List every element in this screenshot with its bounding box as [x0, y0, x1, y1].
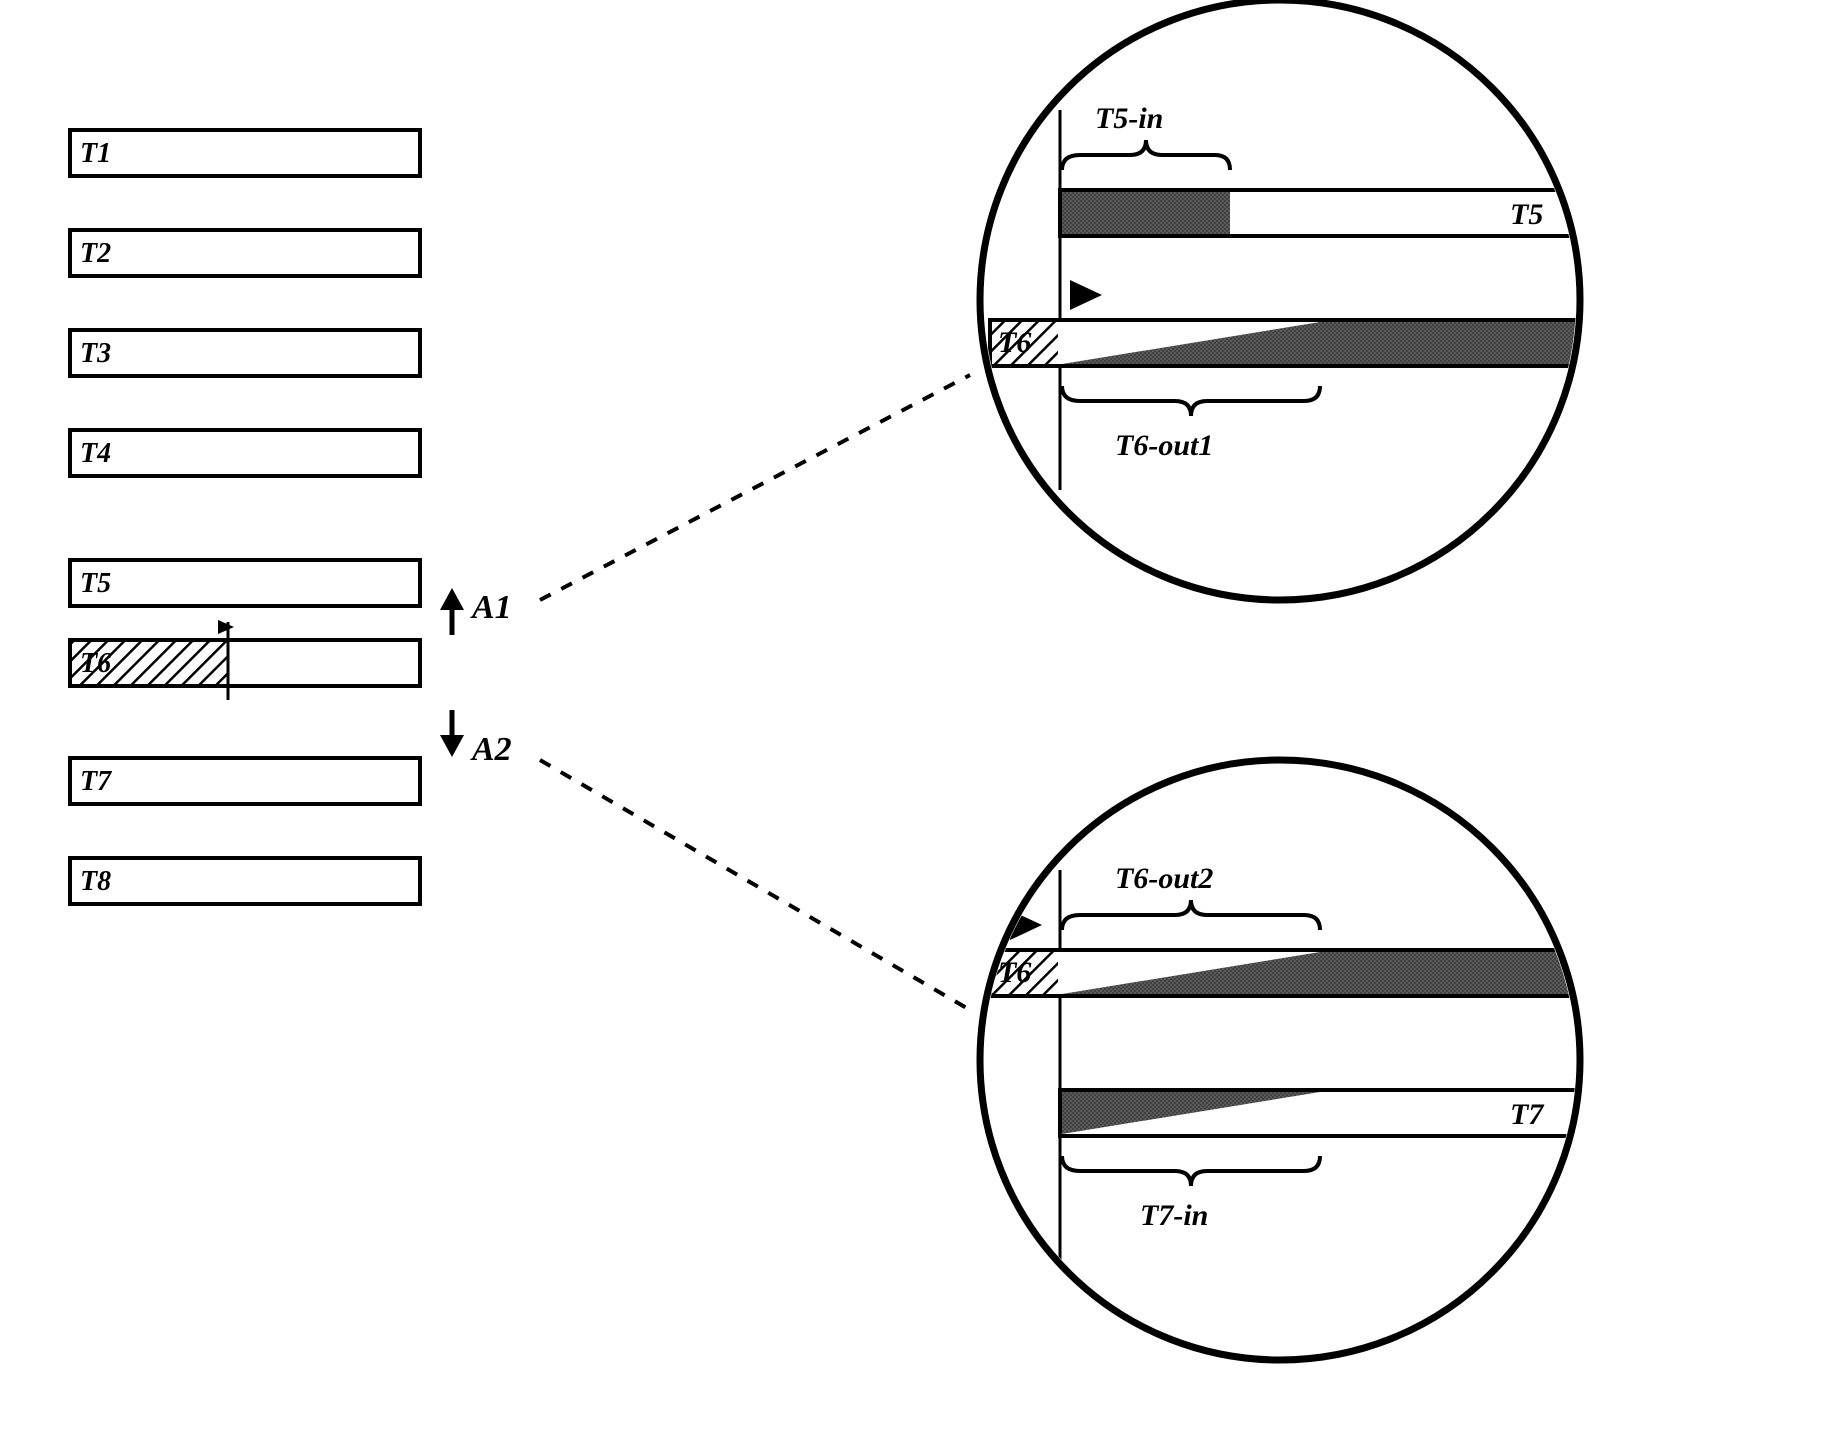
zoom2-in-label: T7-in	[1140, 1199, 1208, 1232]
track-t3-label: T3	[80, 338, 111, 369]
zoom-a2: T6-out2 T6 T7 T7-in	[980, 760, 1580, 1360]
a2-arrow: A2	[440, 710, 512, 768]
leader-a1	[540, 375, 970, 600]
track-t6: T6	[70, 620, 420, 700]
a2-label: A2	[470, 731, 512, 768]
a1-label: A1	[470, 589, 512, 626]
track-t7-label: T7	[80, 766, 112, 797]
zoom1-t5-label: T5	[1510, 198, 1543, 231]
track-t2-label: T2	[80, 238, 111, 269]
zoom2-t6-label: T6	[998, 956, 1031, 989]
track-t1-label: T1	[80, 138, 111, 169]
zoom-a1: T5 T5-in T6 T6-out1	[980, 0, 1580, 600]
zoom2-out-label: T6-out2	[1115, 862, 1213, 895]
diagram-canvas: T1 T2 T3 T4 T5 T6	[0, 0, 1827, 1436]
track-t4-label: T4	[80, 438, 111, 469]
track-t3: T3	[70, 330, 420, 376]
track-t1: T1	[70, 130, 420, 176]
zoom1-t6-label: T6	[998, 326, 1031, 359]
track-t8: T8	[70, 858, 420, 904]
track-t5: T5	[70, 560, 420, 606]
zoom1-in-label: T5-in	[1095, 102, 1163, 135]
arrow-up-icon	[440, 588, 464, 610]
a1-arrow: A1	[440, 588, 512, 635]
track-t5-label: T5	[80, 568, 111, 599]
leader-a2	[540, 760, 970, 1010]
track-t7: T7	[70, 758, 420, 804]
track-list: T1 T2 T3 T4 T5 T6	[70, 130, 420, 904]
arrow-down-icon	[440, 735, 464, 757]
playhead-icon	[218, 620, 234, 634]
track-t2: T2	[70, 230, 420, 276]
track-t6-label: T6	[80, 648, 111, 679]
track-t8-label: T8	[80, 866, 111, 897]
zoom2-t7-label: T7	[1510, 1098, 1544, 1131]
track-t4: T4	[70, 430, 420, 476]
zoom1-out-label: T6-out1	[1115, 429, 1213, 462]
